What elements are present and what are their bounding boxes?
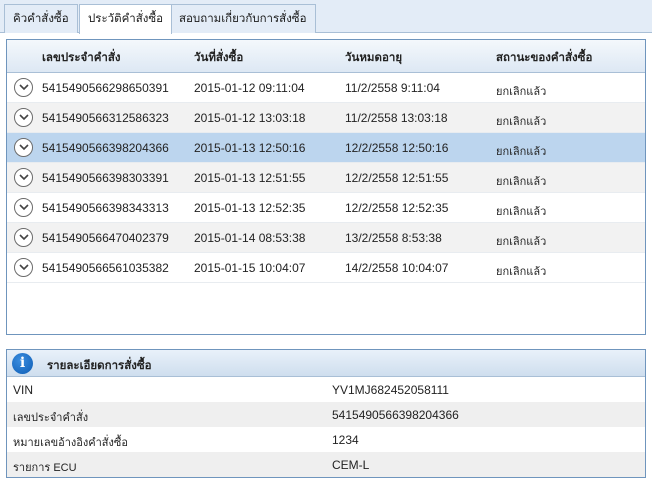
detail-row-order-number: เลขประจำคำสั่ง 5415490566398204366 xyxy=(7,402,645,427)
cell-order-number: 5415490566298650391 xyxy=(42,81,169,95)
column-header-order-number[interactable]: เลขประจำคำสั่ง xyxy=(42,49,120,67)
cell-order-status: ยกเลิกแล้ว xyxy=(496,236,547,248)
cell-expiry-date: 11/2/2558 9:11:04 xyxy=(345,81,440,95)
detail-value: YV1MJ682452058111 xyxy=(332,383,449,397)
detail-label: หมายเลขอ้างอิงคำสั่งซื้อ xyxy=(13,437,128,449)
cell-order-date: 2015-01-14 08:53:38 xyxy=(194,231,306,245)
detail-value: 1234 xyxy=(332,433,359,447)
column-header-order-status[interactable]: สถานะของคำสั่งซื้อ xyxy=(496,49,592,67)
cell-order-date: 2015-01-12 09:11:04 xyxy=(194,81,305,95)
cell-order-number: 5415490566470402379 xyxy=(42,231,169,245)
order-details-panel: i รายละเอียดการสั่งซื้อ VIN YV1MJ6824520… xyxy=(6,349,646,478)
grid-header: เลขประจำคำสั่ง วันที่สั่งซื้อ วันหมดอายุ… xyxy=(7,40,645,73)
detail-value: 5415490566398204366 xyxy=(332,408,459,422)
detail-row-order-reference: หมายเลขอ้างอิงคำสั่งซื้อ 1234 xyxy=(7,427,645,452)
cell-order-status: ยกเลิกแล้ว xyxy=(496,176,547,188)
tab-label: สอบถามเกี่ยวกับการสั่งซื้อ xyxy=(179,13,307,25)
table-row[interactable]: 5415490566398343313 2015-01-13 12:52:35 12… xyxy=(7,193,645,223)
cell-expiry-date: 13/2/2558 8:53:38 xyxy=(345,231,442,245)
grid-body: 5415490566298650391 2015-01-12 09:11:04 11… xyxy=(7,73,645,283)
tab-order-history[interactable]: ประวัติคำสั่งซื้อ xyxy=(79,4,173,34)
order-history-grid: เลขประจำคำสั่ง วันที่สั่งซื้อ วันหมดอายุ… xyxy=(6,39,646,335)
detail-row-ecu-list: รายการ ECU CEM-L xyxy=(7,452,645,477)
detail-label: รายการ ECU xyxy=(13,462,77,474)
detail-label: VIN xyxy=(13,383,34,397)
detail-row-vin: VIN YV1MJ682452058111 xyxy=(7,377,645,402)
cell-order-status: ยกเลิกแล้ว xyxy=(496,116,547,128)
table-row[interactable]: 5415490566298650391 2015-01-12 09:11:04 11… xyxy=(7,73,645,103)
cell-order-date: 2015-01-13 12:52:35 xyxy=(194,201,306,215)
cell-order-number: 5415490566398343313 xyxy=(42,201,169,215)
chevron-down-icon[interactable] xyxy=(14,258,33,277)
cell-order-date: 2015-01-15 10:04:07 xyxy=(194,261,306,275)
cell-expiry-date: 12/2/2558 12:50:16 xyxy=(345,141,449,155)
details-header: i รายละเอียดการสั่งซื้อ xyxy=(7,350,645,377)
chevron-down-icon[interactable] xyxy=(14,228,33,247)
cell-order-number: 5415490566398303391 xyxy=(42,171,169,185)
chevron-down-icon[interactable] xyxy=(14,138,33,157)
chevron-down-icon[interactable] xyxy=(14,78,33,97)
cell-expiry-date: 12/2/2558 12:52:35 xyxy=(345,201,449,215)
detail-value: CEM-L xyxy=(332,458,370,472)
chevron-down-icon[interactable] xyxy=(14,168,33,187)
details-title: รายละเอียดการสั่งซื้อ xyxy=(47,360,152,372)
cell-order-number: 5415490566312586323 xyxy=(42,111,169,125)
cell-order-status: ยกเลิกแล้ว xyxy=(496,86,547,98)
cell-expiry-date: 14/2/2558 10:04:07 xyxy=(345,261,449,275)
tab-label: คิวคำสั่งซื้อ xyxy=(13,13,69,25)
tab-label: ประวัติคำสั่งซื้อ xyxy=(88,13,164,25)
cell-order-date: 2015-01-13 12:51:55 xyxy=(194,171,306,185)
cell-order-date: 2015-01-12 13:03:18 xyxy=(194,111,306,125)
chevron-down-icon[interactable] xyxy=(14,108,33,127)
table-row[interactable]: 5415490566312586323 2015-01-12 13:03:18 11… xyxy=(7,103,645,133)
cell-order-status: ยกเลิกแล้ว xyxy=(496,266,547,278)
cell-order-date: 2015-01-13 12:50:16 xyxy=(194,141,306,155)
cell-order-number: 5415490566561035382 xyxy=(42,261,169,275)
cell-order-status: ยกเลิกแล้ว xyxy=(496,146,547,158)
table-row[interactable]: 5415490566398204366 2015-01-13 12:50:16 12… xyxy=(7,133,645,163)
table-row[interactable]: 5415490566398303391 2015-01-13 12:51:55 12… xyxy=(7,163,645,193)
table-row[interactable]: 5415490566470402379 2015-01-14 08:53:38 13… xyxy=(7,223,645,253)
column-header-expiry-date[interactable]: วันหมดอายุ xyxy=(345,49,402,67)
chevron-down-icon[interactable] xyxy=(14,198,33,217)
info-icon: i xyxy=(12,353,33,374)
cell-order-status: ยกเลิกแล้ว xyxy=(496,206,547,218)
tab-order-inquiry[interactable]: สอบถามเกี่ยวกับการสั่งซื้อ xyxy=(170,4,316,33)
table-row[interactable]: 5415490566561035382 2015-01-15 10:04:07 14… xyxy=(7,253,645,283)
detail-label: เลขประจำคำสั่ง xyxy=(13,412,89,424)
tab-order-queue[interactable]: คิวคำสั่งซื้อ xyxy=(4,4,78,33)
cell-order-number: 5415490566398204366 xyxy=(42,141,169,155)
tab-bar: คิวคำสั่งซื้อ ประวัติคำสั่งซื้อ สอบถามเก… xyxy=(0,0,652,34)
cell-expiry-date: 12/2/2558 12:51:55 xyxy=(345,171,449,185)
cell-expiry-date: 11/2/2558 13:03:18 xyxy=(345,111,448,125)
column-header-order-date[interactable]: วันที่สั่งซื้อ xyxy=(194,49,243,67)
